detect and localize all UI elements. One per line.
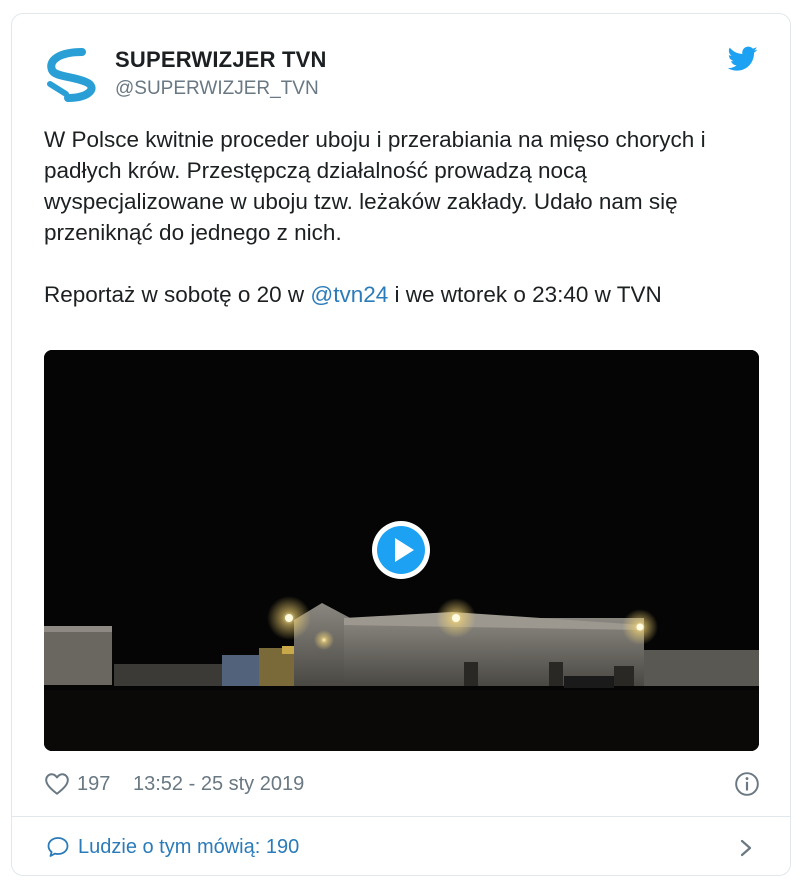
- tweet-text: W Polsce kwitnie proceder uboju i przera…: [44, 124, 759, 310]
- play-icon[interactable]: [370, 519, 432, 581]
- account-handle[interactable]: @SUPERWIZJER_TVN: [115, 78, 319, 100]
- tweet-footer: 197 13:52 - 25 sty 2019: [44, 770, 759, 800]
- chevron-right-icon: [740, 839, 752, 857]
- info-icon[interactable]: [734, 771, 760, 797]
- tweet-text-segment: Reportaż w sobotę o 20 w: [44, 282, 311, 307]
- heart-icon[interactable]: [44, 771, 70, 797]
- divider: [11, 816, 791, 817]
- conversation-label: Ludzie o tym mówią: 190: [78, 836, 300, 858]
- mention-link[interactable]: @tvn24: [310, 282, 388, 307]
- like-count[interactable]: 197: [77, 773, 110, 796]
- timestamp[interactable]: 13:52 - 25 sty 2019: [133, 773, 304, 796]
- speech-bubble-icon: [47, 837, 69, 857]
- twitter-bird-icon[interactable]: [728, 46, 758, 72]
- avatar[interactable]: [42, 44, 102, 104]
- tweet-paragraph: Reportaż w sobotę o 20 w @tvn24 i we wto…: [44, 279, 759, 310]
- account-name[interactable]: SUPERWIZJER TVN: [115, 47, 327, 73]
- tweet-text-segment: i we wtorek o 23:40 w TVN: [388, 282, 662, 307]
- conversation-link[interactable]: Ludzie o tym mówią: 190: [44, 830, 759, 866]
- video-player[interactable]: [44, 350, 759, 751]
- tweet-paragraph: W Polsce kwitnie proceder uboju i przera…: [44, 127, 706, 245]
